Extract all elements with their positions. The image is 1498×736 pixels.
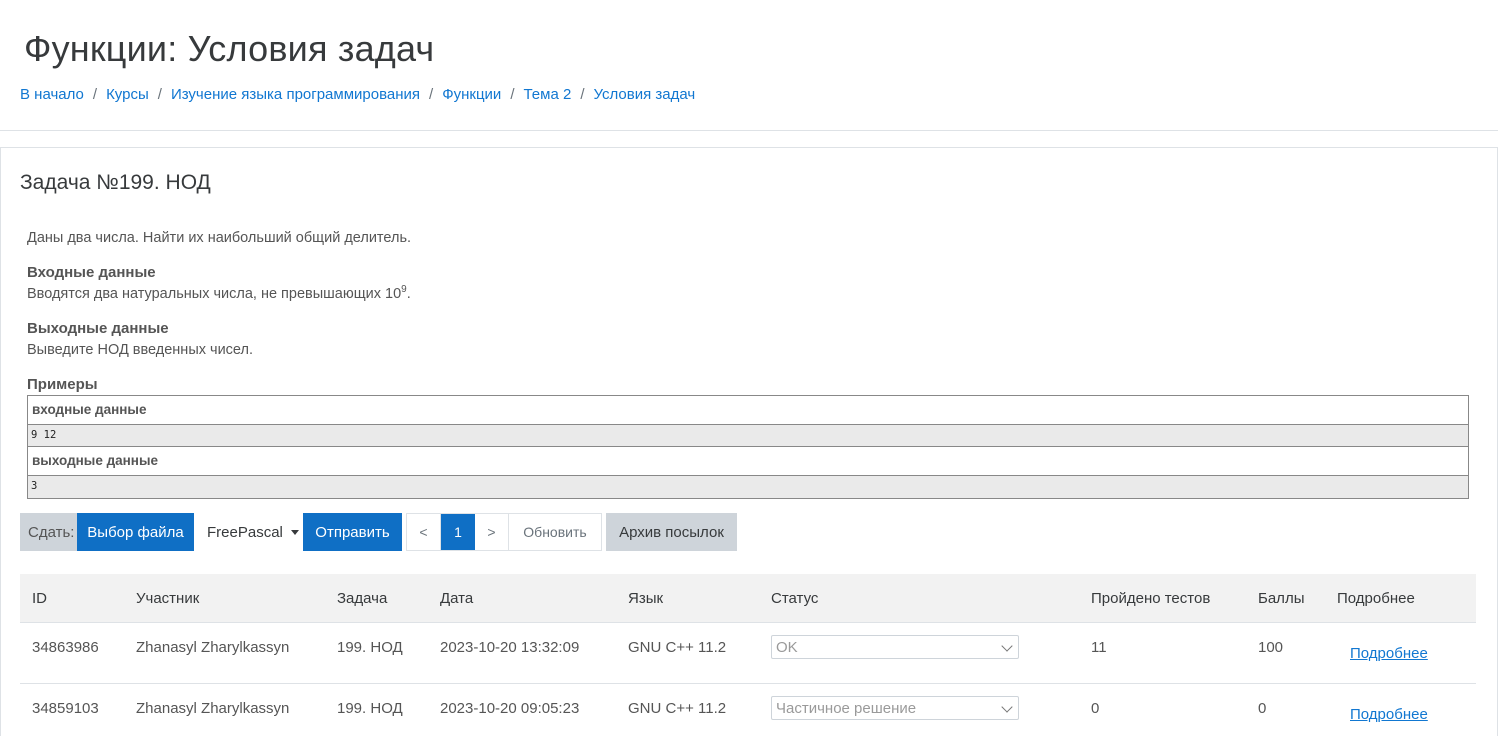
example-output-label: выходные данные [28, 447, 1468, 476]
row-tests: 11 [1091, 638, 1107, 656]
language-select[interactable]: FreePascal [194, 513, 303, 551]
column-header-details: Подробнее [1337, 589, 1415, 607]
example-input-label: входные данные [28, 396, 1468, 425]
caret-down-icon [290, 529, 299, 535]
task-statement: Даны два числа. Найти их наибольший общи… [27, 230, 412, 246]
example-output-value: 3 [28, 476, 1468, 498]
pagination-next[interactable]: > [475, 514, 509, 550]
breadcrumb-course[interactable]: Изучение языка программирования [171, 86, 420, 103]
breadcrumb-separator: / [580, 86, 585, 103]
column-header-status: Статус [771, 589, 819, 607]
choose-file-button[interactable]: Выбор файла [77, 513, 194, 551]
breadcrumb-separator: / [510, 86, 515, 103]
chevron-down-icon [1001, 701, 1013, 713]
column-header-task: Задача [337, 589, 388, 607]
breadcrumb-current[interactable]: Условия задач [593, 86, 695, 103]
input-description: Вводятся два натуральных числа, не превы… [27, 285, 411, 302]
column-header-date: Дата [440, 589, 474, 607]
examples-heading: Примеры [27, 376, 98, 393]
row-task: 199. НОД [337, 699, 403, 717]
output-description: Выведите НОД введенных чисел. [27, 342, 253, 358]
breadcrumb-separator: / [92, 86, 98, 103]
row-id: 34863986 [32, 638, 99, 656]
status-value: OK [776, 638, 798, 656]
row-id: 34859103 [32, 699, 99, 717]
example-input-value: 9 12 [28, 425, 1468, 447]
input-heading: Входные данные [27, 264, 156, 281]
breadcrumb-separator: / [157, 86, 162, 103]
status-value: Частичное решение [776, 699, 917, 717]
row-user: Zhanasyl Zharylkassyn [136, 638, 290, 656]
column-header-user: Участник [136, 589, 200, 607]
table-row: 34859103 Zhanasyl Zharylkassyn 199. НОД … [20, 684, 1476, 736]
status-select[interactable]: OK [771, 635, 1019, 659]
pagination-page-1[interactable]: 1 [441, 514, 475, 550]
chevron-down-icon [1001, 640, 1013, 652]
language-select-value: FreePascal [207, 523, 283, 541]
table-row: 34863986 Zhanasyl Zharylkassyn 199. НОД … [20, 623, 1476, 684]
row-date: 2023-10-20 13:32:09 [440, 638, 580, 656]
status-select[interactable]: Частичное решение [771, 696, 1019, 720]
row-user: Zhanasyl Zharylkassyn [136, 699, 290, 717]
send-button[interactable]: Отправить [303, 513, 402, 551]
breadcrumb-separator: / [429, 86, 434, 103]
table-header: ID Участник Задача Дата Язык Статус Прой… [20, 574, 1476, 623]
input-text-end: . [406, 286, 411, 302]
task-title: Задача №199. НОД [20, 171, 211, 194]
page-title: Функции: Условия задач [24, 28, 435, 69]
row-score: 100 [1258, 638, 1284, 656]
column-header-tests: Пройдено тестов [1091, 589, 1211, 607]
row-tests: 0 [1091, 699, 1100, 717]
output-heading: Выходные данные [27, 320, 169, 337]
row-language: GNU C++ 11.2 [628, 638, 727, 656]
page-header: Функции: Условия задач В начало / Курсы … [0, 0, 1498, 131]
column-header-id: ID [32, 589, 47, 607]
breadcrumb-topic[interactable]: Тема 2 [523, 86, 571, 103]
column-header-score: Баллы [1258, 589, 1305, 607]
details-link[interactable]: Подробнее [1350, 645, 1428, 662]
column-header-language: Язык [628, 589, 664, 607]
breadcrumb: В начало / Курсы / Изучение языка програ… [20, 86, 695, 103]
submissions-table: ID Участник Задача Дата Язык Статус Прой… [20, 574, 1476, 736]
pagination-prev[interactable]: < [407, 514, 441, 550]
breadcrumb-home[interactable]: В начало [20, 86, 84, 103]
row-score: 0 [1258, 699, 1267, 717]
submit-toolbar: Сдать: Выбор файла FreePascal Отправить … [20, 513, 737, 551]
examples-table: входные данные 9 12 выходные данные 3 [27, 395, 1469, 499]
breadcrumb-courses[interactable]: Курсы [106, 86, 149, 103]
submit-label: Сдать: [20, 513, 77, 551]
details-link[interactable]: Подробнее [1350, 706, 1428, 723]
row-task: 199. НОД [337, 638, 403, 656]
refresh-button[interactable]: Обновить [509, 514, 601, 550]
row-date: 2023-10-20 09:05:23 [440, 699, 580, 717]
breadcrumb-functions[interactable]: Функции [442, 86, 501, 103]
archive-button[interactable]: Архив посылок [606, 513, 737, 551]
pagination: < 1 > Обновить [406, 513, 602, 551]
input-text: Вводятся два натуральных числа, не превы… [27, 286, 402, 302]
row-language: GNU C++ 11.2 [628, 699, 727, 717]
